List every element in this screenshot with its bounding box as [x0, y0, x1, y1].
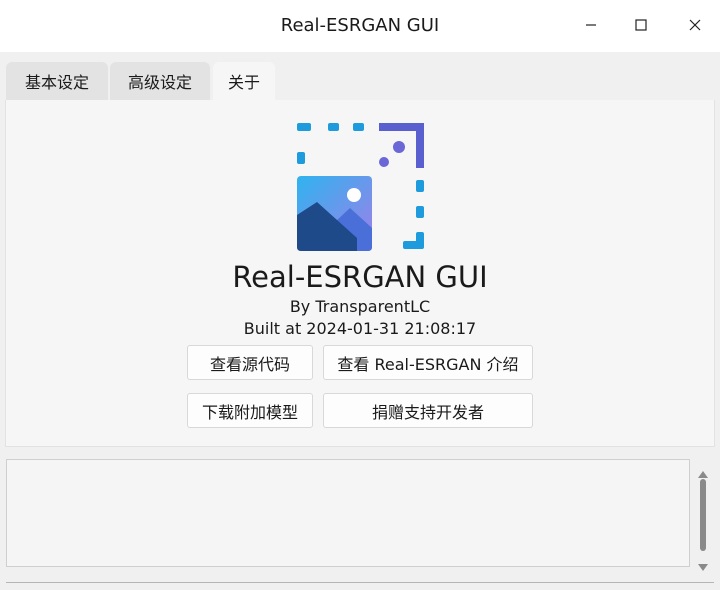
view-intro-button[interactable]: 查看 Real-ESRGAN 介绍 — [323, 345, 533, 380]
app-name: Real-ESRGAN GUI — [232, 260, 488, 294]
title-bar: Real-ESRGAN GUI — [0, 0, 720, 52]
log-scrollbar[interactable] — [695, 459, 711, 571]
close-button[interactable] — [678, 10, 712, 42]
minimize-button[interactable] — [574, 10, 608, 42]
download-models-button[interactable]: 下载附加模型 — [187, 393, 313, 428]
maximize-button[interactable] — [624, 10, 658, 42]
build-time-text: Built at 2024-01-31 21:08:17 — [243, 319, 477, 338]
donate-button[interactable]: 捐赠支持开发者 — [323, 393, 533, 428]
log-output[interactable] — [6, 459, 690, 567]
divider — [6, 582, 714, 583]
scroll-down-icon[interactable] — [698, 556, 708, 575]
tab-bar: 基本设定 高级设定 关于 — [0, 52, 720, 100]
close-icon — [688, 17, 702, 36]
scroll-thumb[interactable] — [700, 479, 706, 551]
about-panel: Real-ESRGAN GUI By TransparentLC Built a… — [5, 100, 715, 447]
maximize-icon — [634, 17, 648, 36]
tab-about[interactable]: 关于 — [213, 62, 275, 100]
window-title: Real-ESRGAN GUI — [280, 15, 440, 36]
author-text: By TransparentLC — [289, 297, 431, 316]
tab-advanced-settings[interactable]: 高级设定 — [110, 62, 210, 100]
tab-basic-settings[interactable]: 基本设定 — [6, 62, 108, 100]
view-source-code-button[interactable]: 查看源代码 — [187, 345, 313, 380]
minimize-icon — [584, 17, 598, 36]
app-logo-image-icon — [295, 120, 427, 256]
